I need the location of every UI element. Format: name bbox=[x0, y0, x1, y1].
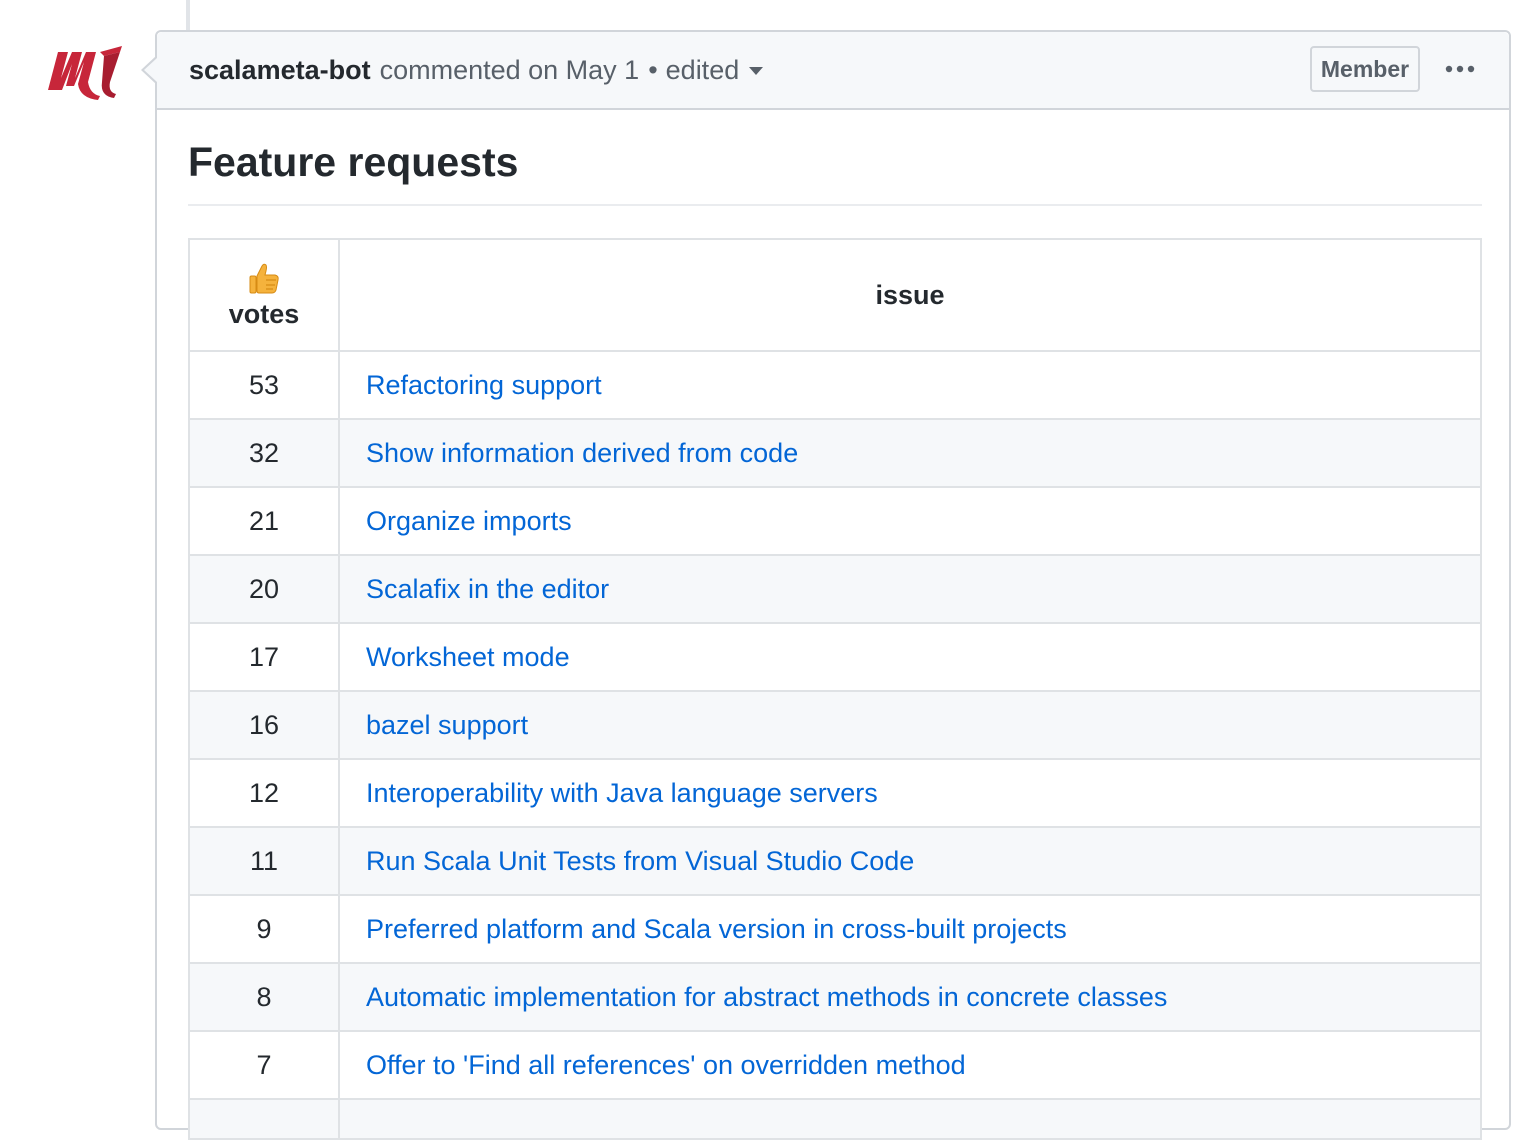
issue-cell: Worksheet mode bbox=[338, 622, 1482, 692]
vote-count: 7 bbox=[188, 1030, 340, 1100]
issue-cell: Offer to 'Find all references' on overri… bbox=[338, 1030, 1482, 1100]
comment-action: commented on May 1 bbox=[379, 54, 640, 85]
page-title: Feature requests bbox=[188, 140, 1482, 206]
issue-link[interactable]: Interoperability with Java language serv… bbox=[366, 778, 878, 808]
feature-requests-table: votes issue 53 Refactoring support 32 Show … bbox=[188, 238, 1482, 1140]
comment-header: scalameta-bot commented on May 1 • edite… bbox=[141, 32, 1509, 110]
comment-body: Feature requests votes issue 53 Refactori… bbox=[188, 140, 1482, 1140]
table-header-row: votes issue bbox=[188, 238, 1482, 352]
votes-header: votes bbox=[188, 238, 340, 352]
issue-link[interactable]: Worksheet mode bbox=[366, 642, 570, 672]
table-row: 21 Organize imports bbox=[188, 486, 1482, 556]
table-row: 17 Worksheet mode bbox=[188, 622, 1482, 692]
issue-link[interactable]: Automatic implementation for abstract me… bbox=[366, 982, 1167, 1012]
vote-count: 17 bbox=[188, 622, 340, 692]
author-link[interactable]: scalameta-bot bbox=[189, 55, 371, 86]
vote-count: 53 bbox=[188, 350, 340, 420]
kebab-horizontal-icon[interactable] bbox=[1442, 52, 1478, 86]
issue-link[interactable]: Show information derived from code bbox=[366, 438, 798, 468]
votes-header-label: votes bbox=[228, 298, 300, 329]
table-row: 9 Preferred platform and Scala version in… bbox=[188, 894, 1482, 964]
comment-box: scalameta-bot commented on May 1 • edite… bbox=[141, 30, 1511, 1140]
issue-link[interactable]: Run Scala Unit Tests from Visual Studio … bbox=[366, 846, 914, 876]
table-row: 20 Scalafix in the editor bbox=[188, 554, 1482, 624]
table-row: 12 Interoperability with Java language se… bbox=[188, 758, 1482, 828]
issue-cell: Preferred platform and Scala version in … bbox=[338, 894, 1482, 964]
vote-count: 9 bbox=[188, 894, 340, 964]
table-row: 53 Refactoring support bbox=[188, 350, 1482, 420]
issue-cell: Interoperability with Java language serv… bbox=[338, 758, 1482, 828]
avatar[interactable] bbox=[44, 42, 124, 102]
issue-link[interactable]: Refactoring support bbox=[366, 370, 602, 400]
issue-link[interactable]: Offer to 'Find all references' on overri… bbox=[366, 1050, 966, 1080]
table-row: 16 bazel support bbox=[188, 690, 1482, 760]
table-row: 32 Show information derived from code bbox=[188, 418, 1482, 488]
issue-link[interactable]: Organize imports bbox=[366, 506, 572, 536]
comment-arrow-fill bbox=[144, 58, 157, 82]
vote-count: 20 bbox=[188, 554, 340, 624]
vote-count: 32 bbox=[188, 418, 340, 488]
vote-count: 8 bbox=[188, 962, 340, 1032]
issue-cell: Automatic implementation for abstract me… bbox=[338, 962, 1482, 1032]
vote-count: 11 bbox=[188, 826, 340, 896]
issue-cell: Organize imports bbox=[338, 486, 1482, 556]
issue-cell: Show information derived from code bbox=[338, 418, 1482, 488]
issue-cell: Refactoring support bbox=[338, 350, 1482, 420]
chevron-down-icon bbox=[749, 67, 764, 76]
table-row: 11 Run Scala Unit Tests from Visual Studi… bbox=[188, 826, 1482, 896]
vote-count: 12 bbox=[188, 758, 340, 828]
table-row bbox=[188, 1098, 1482, 1140]
scalameta-logo-icon bbox=[48, 46, 122, 100]
issue-link[interactable]: Preferred platform and Scala version in … bbox=[366, 914, 1067, 944]
edited-label: edited bbox=[665, 54, 740, 85]
issue-cell: bazel support bbox=[338, 690, 1482, 760]
table-row: 8 Automatic implementation for abstract m… bbox=[188, 962, 1482, 1032]
issue-link[interactable]: Scalafix in the editor bbox=[366, 574, 609, 604]
issue-cell: Scalafix in the editor bbox=[338, 554, 1482, 624]
vote-count: 21 bbox=[188, 486, 340, 556]
issue-header: issue bbox=[338, 238, 1482, 352]
edited-dropdown[interactable]: edited bbox=[666, 55, 764, 86]
vote-count: 16 bbox=[188, 690, 340, 760]
thumbs-up-icon bbox=[249, 263, 279, 293]
vote-count bbox=[188, 1098, 340, 1140]
member-badge: Member bbox=[1310, 46, 1420, 92]
table-body: 53 Refactoring support 32 Show information … bbox=[188, 350, 1482, 1140]
issue-link[interactable]: bazel support bbox=[366, 710, 528, 740]
separator-dot: • bbox=[648, 54, 658, 85]
table-row: 7 Offer to 'Find all references' on overr… bbox=[188, 1030, 1482, 1100]
timeline-line bbox=[186, 0, 190, 32]
issue-cell bbox=[338, 1098, 1482, 1140]
issue-cell: Run Scala Unit Tests from Visual Studio … bbox=[338, 826, 1482, 896]
